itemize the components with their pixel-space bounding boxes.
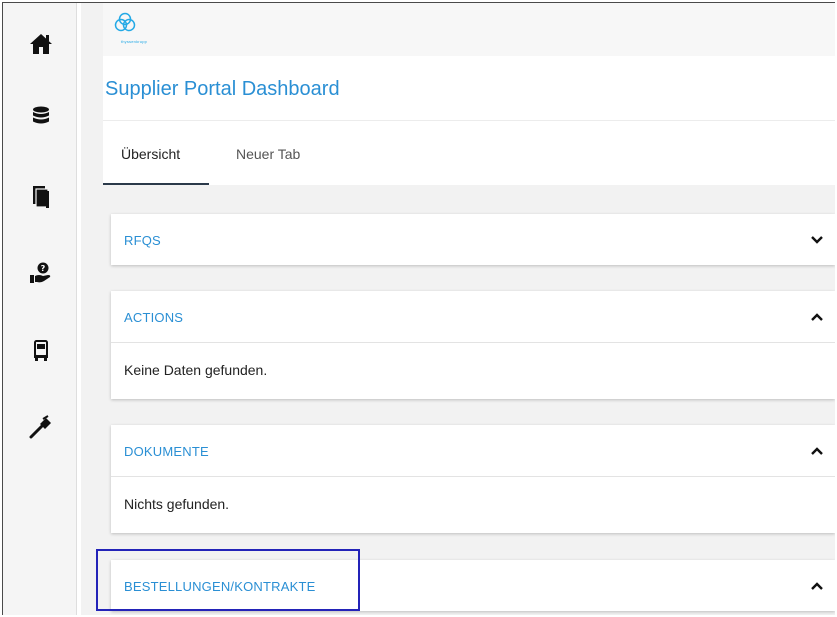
panel-rfqs-title: RFQS [124, 233, 161, 248]
sidebar-item-database[interactable] [27, 102, 55, 130]
sidebar-item-transport[interactable] [27, 337, 55, 365]
panel-dokumente-empty-text: Nichts gefunden. [124, 496, 230, 512]
top-bar: thyssenkrupp [103, 3, 835, 56]
panel-actions: ACTIONS Keine Daten gefunden. [111, 291, 835, 399]
chevron-up-icon[interactable] [809, 443, 825, 459]
thyssenkrupp-logo-icon [114, 12, 136, 32]
sidebar-item-home[interactable] [27, 30, 55, 58]
svg-text:?: ? [41, 264, 46, 273]
panel-actions-title: ACTIONS [124, 310, 184, 325]
panel-actions-header[interactable]: ACTIONS [111, 291, 835, 342]
page-title: Supplier Portal Dashboard [105, 78, 340, 100]
panel-dokumente-body: Nichts gefunden. [111, 476, 835, 533]
tab-uebersicht[interactable]: Übersicht [121, 146, 180, 162]
panel-dokumente-header[interactable]: DOKUMENTE [111, 425, 835, 476]
active-tab-indicator [103, 183, 209, 185]
tab-neuer-tab[interactable]: Neuer Tab [236, 146, 300, 162]
caliper-icon [29, 415, 51, 439]
panel-bestellungen-header[interactable]: BESTELLUNGEN/KONTRAKTE [111, 560, 835, 611]
panel-dokumente-title: DOKUMENTE [124, 444, 209, 459]
truck-icon [34, 340, 48, 361]
panel-rfqs: RFQS [111, 214, 835, 265]
app-frame: ? thyssenkrupp Supplier Portal Dashboard… [2, 2, 835, 615]
panel-dokumente: DOKUMENTE Nichts gefunden. [111, 425, 835, 533]
main-content: thyssenkrupp Supplier Portal Dashboard Ü… [81, 3, 835, 615]
panel-actions-empty-text: Keine Daten gefunden. [124, 362, 268, 378]
panel-bestellungen: BESTELLUNGEN/KONTRAKTE [111, 560, 835, 611]
logo-text: thyssenkrupp [120, 39, 148, 44]
documents-icon [33, 186, 49, 208]
chevron-down-icon[interactable] [809, 232, 825, 248]
home-icon [30, 34, 52, 54]
logo[interactable]: thyssenkrupp [111, 11, 147, 44]
sidebar-item-documents[interactable] [27, 183, 55, 211]
chevron-up-icon[interactable] [809, 309, 825, 325]
tab-bar: Übersicht Neuer Tab [103, 121, 835, 185]
sidebar-item-support[interactable]: ? [27, 259, 55, 287]
chevron-up-icon[interactable] [809, 578, 825, 594]
sidebar: ? [3, 3, 77, 615]
panel-bestellungen-title: BESTELLUNGEN/KONTRAKTE [124, 579, 316, 594]
database-icon [33, 106, 49, 124]
sidebar-item-tools[interactable] [27, 413, 55, 441]
hand-question-icon: ? [30, 262, 51, 283]
panel-actions-body: Keine Daten gefunden. [111, 342, 835, 399]
panel-rfqs-header[interactable]: RFQS [111, 214, 835, 265]
title-bar: Supplier Portal Dashboard [103, 56, 835, 121]
